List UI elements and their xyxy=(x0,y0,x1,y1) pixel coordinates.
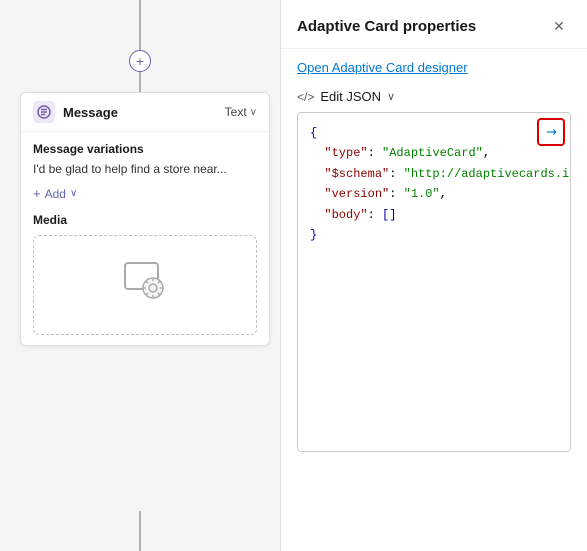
json-line-3: "$schema": "http://adaptivecards.i xyxy=(310,164,558,184)
media-icon xyxy=(120,255,170,315)
panel-link-row: Open Adaptive Card designer xyxy=(281,49,587,85)
text-type-selector[interactable]: Text ∨ xyxy=(225,105,257,119)
close-icon: ✕ xyxy=(553,18,565,35)
edit-json-code-icon: </> xyxy=(297,90,314,104)
add-chevron: ∨ xyxy=(70,188,77,199)
plus-icon: + xyxy=(136,53,144,69)
add-variation-button[interactable]: + Add ∨ xyxy=(33,186,257,201)
media-placeholder[interactable] xyxy=(33,235,257,335)
json-display[interactable]: { "type": "AdaptiveCard", "$schema": "ht… xyxy=(297,112,571,452)
properties-panel: Adaptive Card properties ✕ Open Adaptive… xyxy=(280,0,587,551)
message-card-body: Message variations I'd be glad to help f… xyxy=(21,132,269,345)
message-card: Message Text ∨ Message variations I'd be… xyxy=(20,92,270,346)
text-badge-chevron: ∨ xyxy=(250,107,257,118)
message-card-title: Message xyxy=(63,105,217,120)
json-line-1: { xyxy=(310,123,558,143)
connector-bottom xyxy=(139,511,141,551)
edit-json-label: Edit JSON xyxy=(320,89,381,104)
message-card-header: Message Text ∨ xyxy=(21,93,269,132)
json-editor-container: ↗ { "type": "AdaptiveCard", "$schema": "… xyxy=(297,112,571,535)
panel-title: Adaptive Card properties xyxy=(297,18,476,35)
json-line-6: } xyxy=(310,225,558,245)
edit-json-row: </> Edit JSON ∨ xyxy=(281,85,587,112)
add-plus-icon: + xyxy=(33,186,41,201)
media-label: Media xyxy=(33,213,257,227)
expand-editor-button[interactable]: ↗ xyxy=(537,118,565,146)
variations-label: Message variations xyxy=(33,142,257,156)
canvas-area: + Message Text ∨ Message variations I'd … xyxy=(0,0,280,551)
add-label: Add xyxy=(45,187,66,201)
json-line-2: "type": "AdaptiveCard", xyxy=(310,143,558,163)
close-panel-button[interactable]: ✕ xyxy=(547,14,571,38)
expand-icon: ↗ xyxy=(541,122,560,141)
json-line-4: "version": "1.0", xyxy=(310,184,558,204)
connector-mid xyxy=(139,72,141,92)
open-designer-link[interactable]: Open Adaptive Card designer xyxy=(297,60,468,75)
add-step-button[interactable]: + xyxy=(129,50,151,72)
message-card-icon xyxy=(33,101,55,123)
edit-json-chevron[interactable]: ∨ xyxy=(387,90,395,103)
variation-text: I'd be glad to help find a store near... xyxy=(33,162,257,176)
text-badge-label: Text xyxy=(225,105,247,119)
json-line-5: "body": [] xyxy=(310,205,558,225)
panel-header: Adaptive Card properties ✕ xyxy=(281,0,587,49)
